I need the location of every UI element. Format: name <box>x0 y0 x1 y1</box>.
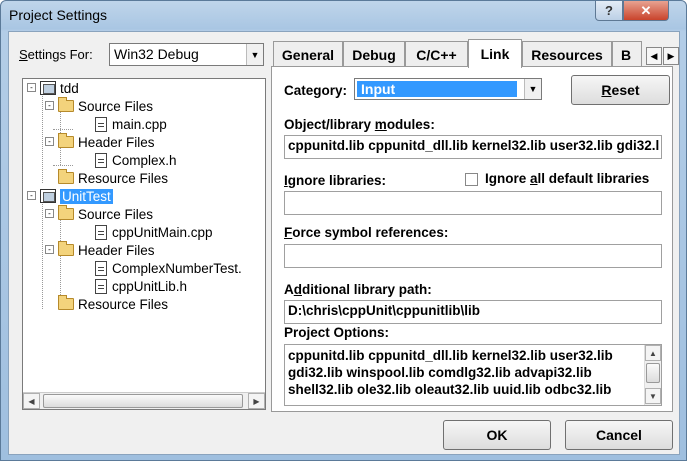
category-dropdown[interactable]: Input ▼ <box>354 78 542 100</box>
project-icon <box>40 81 56 95</box>
tab-browse-info[interactable]: B <box>612 41 642 67</box>
project-options-textarea[interactable]: cppunitd.lib cppunitd_dll.lib kernel32.l… <box>284 344 662 406</box>
project-options-label: Project Options: <box>284 325 390 340</box>
tree-item-source-files[interactable]: - Source Files <box>45 205 153 223</box>
tree-item-label: Resource Files <box>78 170 169 186</box>
settings-for-label: Settings For: <box>19 47 93 62</box>
tree-item-label: cppUnitLib.h <box>112 278 188 294</box>
window-title: Project Settings <box>9 7 108 23</box>
tree-item-label: main.cpp <box>112 116 167 132</box>
force-symbol-input[interactable] <box>284 244 662 268</box>
tab-resources[interactable]: Resources <box>522 41 612 67</box>
tree-item-label: Complex.h <box>112 152 177 168</box>
project-options-line: gdi32.lib winspool.lib comdlg32.lib adva… <box>288 365 592 380</box>
tree-item-tdd[interactable]: - tdd <box>27 79 79 97</box>
tree-item-label: UnitTest <box>60 188 113 204</box>
tree-item-main-cpp[interactable]: main.cpp <box>95 115 167 133</box>
tree-item-label: Source Files <box>78 98 154 114</box>
tree-item-label: cppUnitMain.cpp <box>112 224 213 240</box>
cancel-button[interactable]: Cancel <box>565 420 673 450</box>
ignore-all-default-checkbox[interactable] <box>465 173 478 186</box>
ignore-all-default-label: Ignore all default libraries <box>485 171 650 186</box>
folder-icon <box>58 295 74 310</box>
collapse-toggle[interactable]: - <box>45 101 54 110</box>
ignore-libraries-label: Ignore libraries: <box>284 173 387 188</box>
tree-item-resource-files[interactable]: Resource Files <box>58 169 168 187</box>
tree-item-label: Header Files <box>78 242 155 258</box>
tree-horizontal-scrollbar[interactable]: ◀ ▶ <box>23 392 265 409</box>
tree-item-header-files[interactable]: - Header Files <box>45 241 155 259</box>
folder-icon <box>58 133 74 148</box>
file-icon <box>95 224 107 240</box>
tree-item-label: ComplexNumberTest. <box>112 260 242 276</box>
additional-path-input[interactable]: D:\chris\cppUnit\cppunitlib\lib <box>284 300 662 324</box>
tree-item-resource-files[interactable]: Resource Files <box>58 295 168 313</box>
category-value: Input <box>357 81 517 97</box>
file-icon <box>95 260 107 276</box>
modules-input[interactable]: cppunitd.lib cppunitd_dll.lib kernel32.l… <box>284 135 662 159</box>
chevron-down-icon[interactable]: ▼ <box>246 44 263 65</box>
category-label: Category: <box>284 83 348 98</box>
collapse-toggle[interactable]: - <box>27 191 36 200</box>
tab-scroll-left-icon[interactable]: ◀ <box>646 47 662 65</box>
tree-item-cppunitmain-cpp[interactable]: cppUnitMain.cpp <box>95 223 213 241</box>
help-button[interactable]: ? <box>595 1 623 21</box>
tree-item-cppunitlib-h[interactable]: cppUnitLib.h <box>95 277 187 295</box>
project-icon <box>40 189 56 203</box>
folder-icon <box>58 169 74 184</box>
close-button[interactable]: ✕ <box>623 1 669 21</box>
project-settings-window: Project Settings ? ✕ Settings For: Win32… <box>0 0 687 461</box>
scroll-down-icon[interactable]: ▼ <box>645 388 661 404</box>
tree-item-source-files[interactable]: - Source Files <box>45 97 153 115</box>
scroll-left-icon[interactable]: ◀ <box>23 393 40 409</box>
file-icon <box>95 278 107 294</box>
tree-item-label: Source Files <box>78 206 154 222</box>
settings-for-value: Win32 Debug <box>114 46 199 62</box>
chevron-down-icon[interactable]: ▼ <box>524 79 541 99</box>
folder-icon <box>58 97 74 112</box>
tab-debug[interactable]: Debug <box>343 41 405 67</box>
scrollbar-thumb[interactable] <box>43 394 243 408</box>
tab-general[interactable]: General <box>273 41 343 67</box>
collapse-toggle[interactable]: - <box>45 209 54 218</box>
collapse-toggle[interactable]: - <box>27 83 36 92</box>
tab-cpp[interactable]: C/C++ <box>405 41 468 67</box>
collapse-toggle[interactable]: - <box>45 245 54 254</box>
settings-for-dropdown[interactable]: Win32 Debug ▼ <box>109 43 264 66</box>
reset-button[interactable]: Reset <box>571 75 670 105</box>
project-options-scrollbar[interactable]: ▲ ▼ <box>644 345 661 405</box>
tree-item-label: Resource Files <box>78 296 169 312</box>
file-icon <box>95 116 107 132</box>
title-bar[interactable]: Project Settings ? ✕ <box>1 1 686 31</box>
tree-item-label: Header Files <box>78 134 155 150</box>
file-icon <box>95 152 107 168</box>
force-symbol-label: Force symbol references: <box>284 225 449 240</box>
dialog-client-area: Settings For: Win32 Debug ▼ - tdd - Sour… <box>8 31 680 455</box>
tree-item-label: tdd <box>60 80 79 96</box>
tab-link[interactable]: Link <box>468 39 522 68</box>
settings-tabs: General Debug C/C++ Link Resources B ◀ ▶ <box>271 39 681 68</box>
tree-item-complexnumbertest[interactable]: ComplexNumberTest. <box>95 259 242 277</box>
tree-item-unittest[interactable]: - UnitTest <box>27 187 113 205</box>
tree-item-complex-h[interactable]: Complex.h <box>95 151 177 169</box>
collapse-toggle[interactable]: - <box>45 137 54 146</box>
ok-button[interactable]: OK <box>443 420 551 450</box>
project-options-line: shell32.lib ole32.lib oleaut32.lib uuid.… <box>288 382 612 397</box>
ignore-libraries-input[interactable] <box>284 191 662 215</box>
project-options-line: cppunitd.lib cppunitd_dll.lib kernel32.l… <box>288 348 613 363</box>
link-settings-page: Category: Input ▼ Reset Object/library m… <box>271 66 673 412</box>
tree-item-header-files[interactable]: - Header Files <box>45 133 155 151</box>
scroll-right-icon[interactable]: ▶ <box>248 393 265 409</box>
modules-label: Object/library modules: <box>284 117 435 132</box>
additional-path-label: Additional library path: <box>284 282 432 297</box>
left-pane: Settings For: Win32 Debug ▼ - tdd - Sour… <box>16 40 269 410</box>
folder-icon <box>58 205 74 220</box>
project-tree[interactable]: - tdd - Source Files main.cpp - Header F… <box>22 78 266 410</box>
tab-scroll-right-icon[interactable]: ▶ <box>663 47 679 65</box>
scrollbar-thumb[interactable] <box>646 363 660 383</box>
scroll-up-icon[interactable]: ▲ <box>645 345 661 361</box>
folder-icon <box>58 241 74 256</box>
